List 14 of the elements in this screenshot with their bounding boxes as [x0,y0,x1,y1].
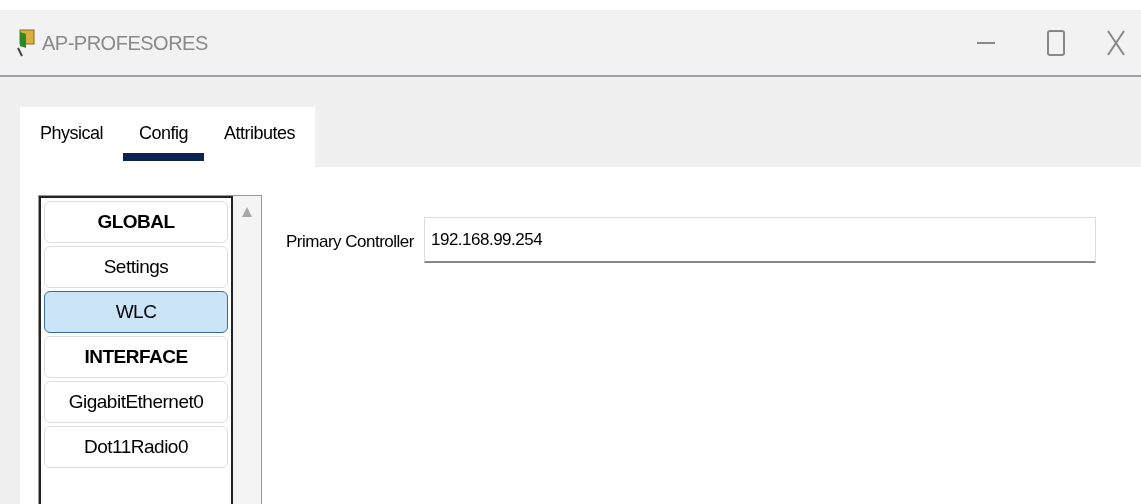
close-icon[interactable] [1107,29,1125,56]
sidebar-item[interactable]: Dot11Radio0 [44,426,228,468]
field-label: Primary Controller [286,231,414,253]
tab[interactable]: Attributes [222,120,298,161]
sidebar-item[interactable]: Settings [44,246,228,288]
sidebar-item[interactable]: GigabitEthernet0 [44,381,228,423]
maximize-icon[interactable] [1047,29,1065,56]
window-title: AP-PROFESORES [42,30,208,56]
tab[interactable]: Physical [38,120,106,161]
scroll-up-icon[interactable] [241,206,253,218]
sidebar-item[interactable]: WLC [44,291,228,333]
section-header[interactable]: GLOBAL [44,201,228,243]
section-header[interactable]: INTERFACE [44,336,228,378]
input-field[interactable]: 192.168.99.254 [424,217,1096,263]
